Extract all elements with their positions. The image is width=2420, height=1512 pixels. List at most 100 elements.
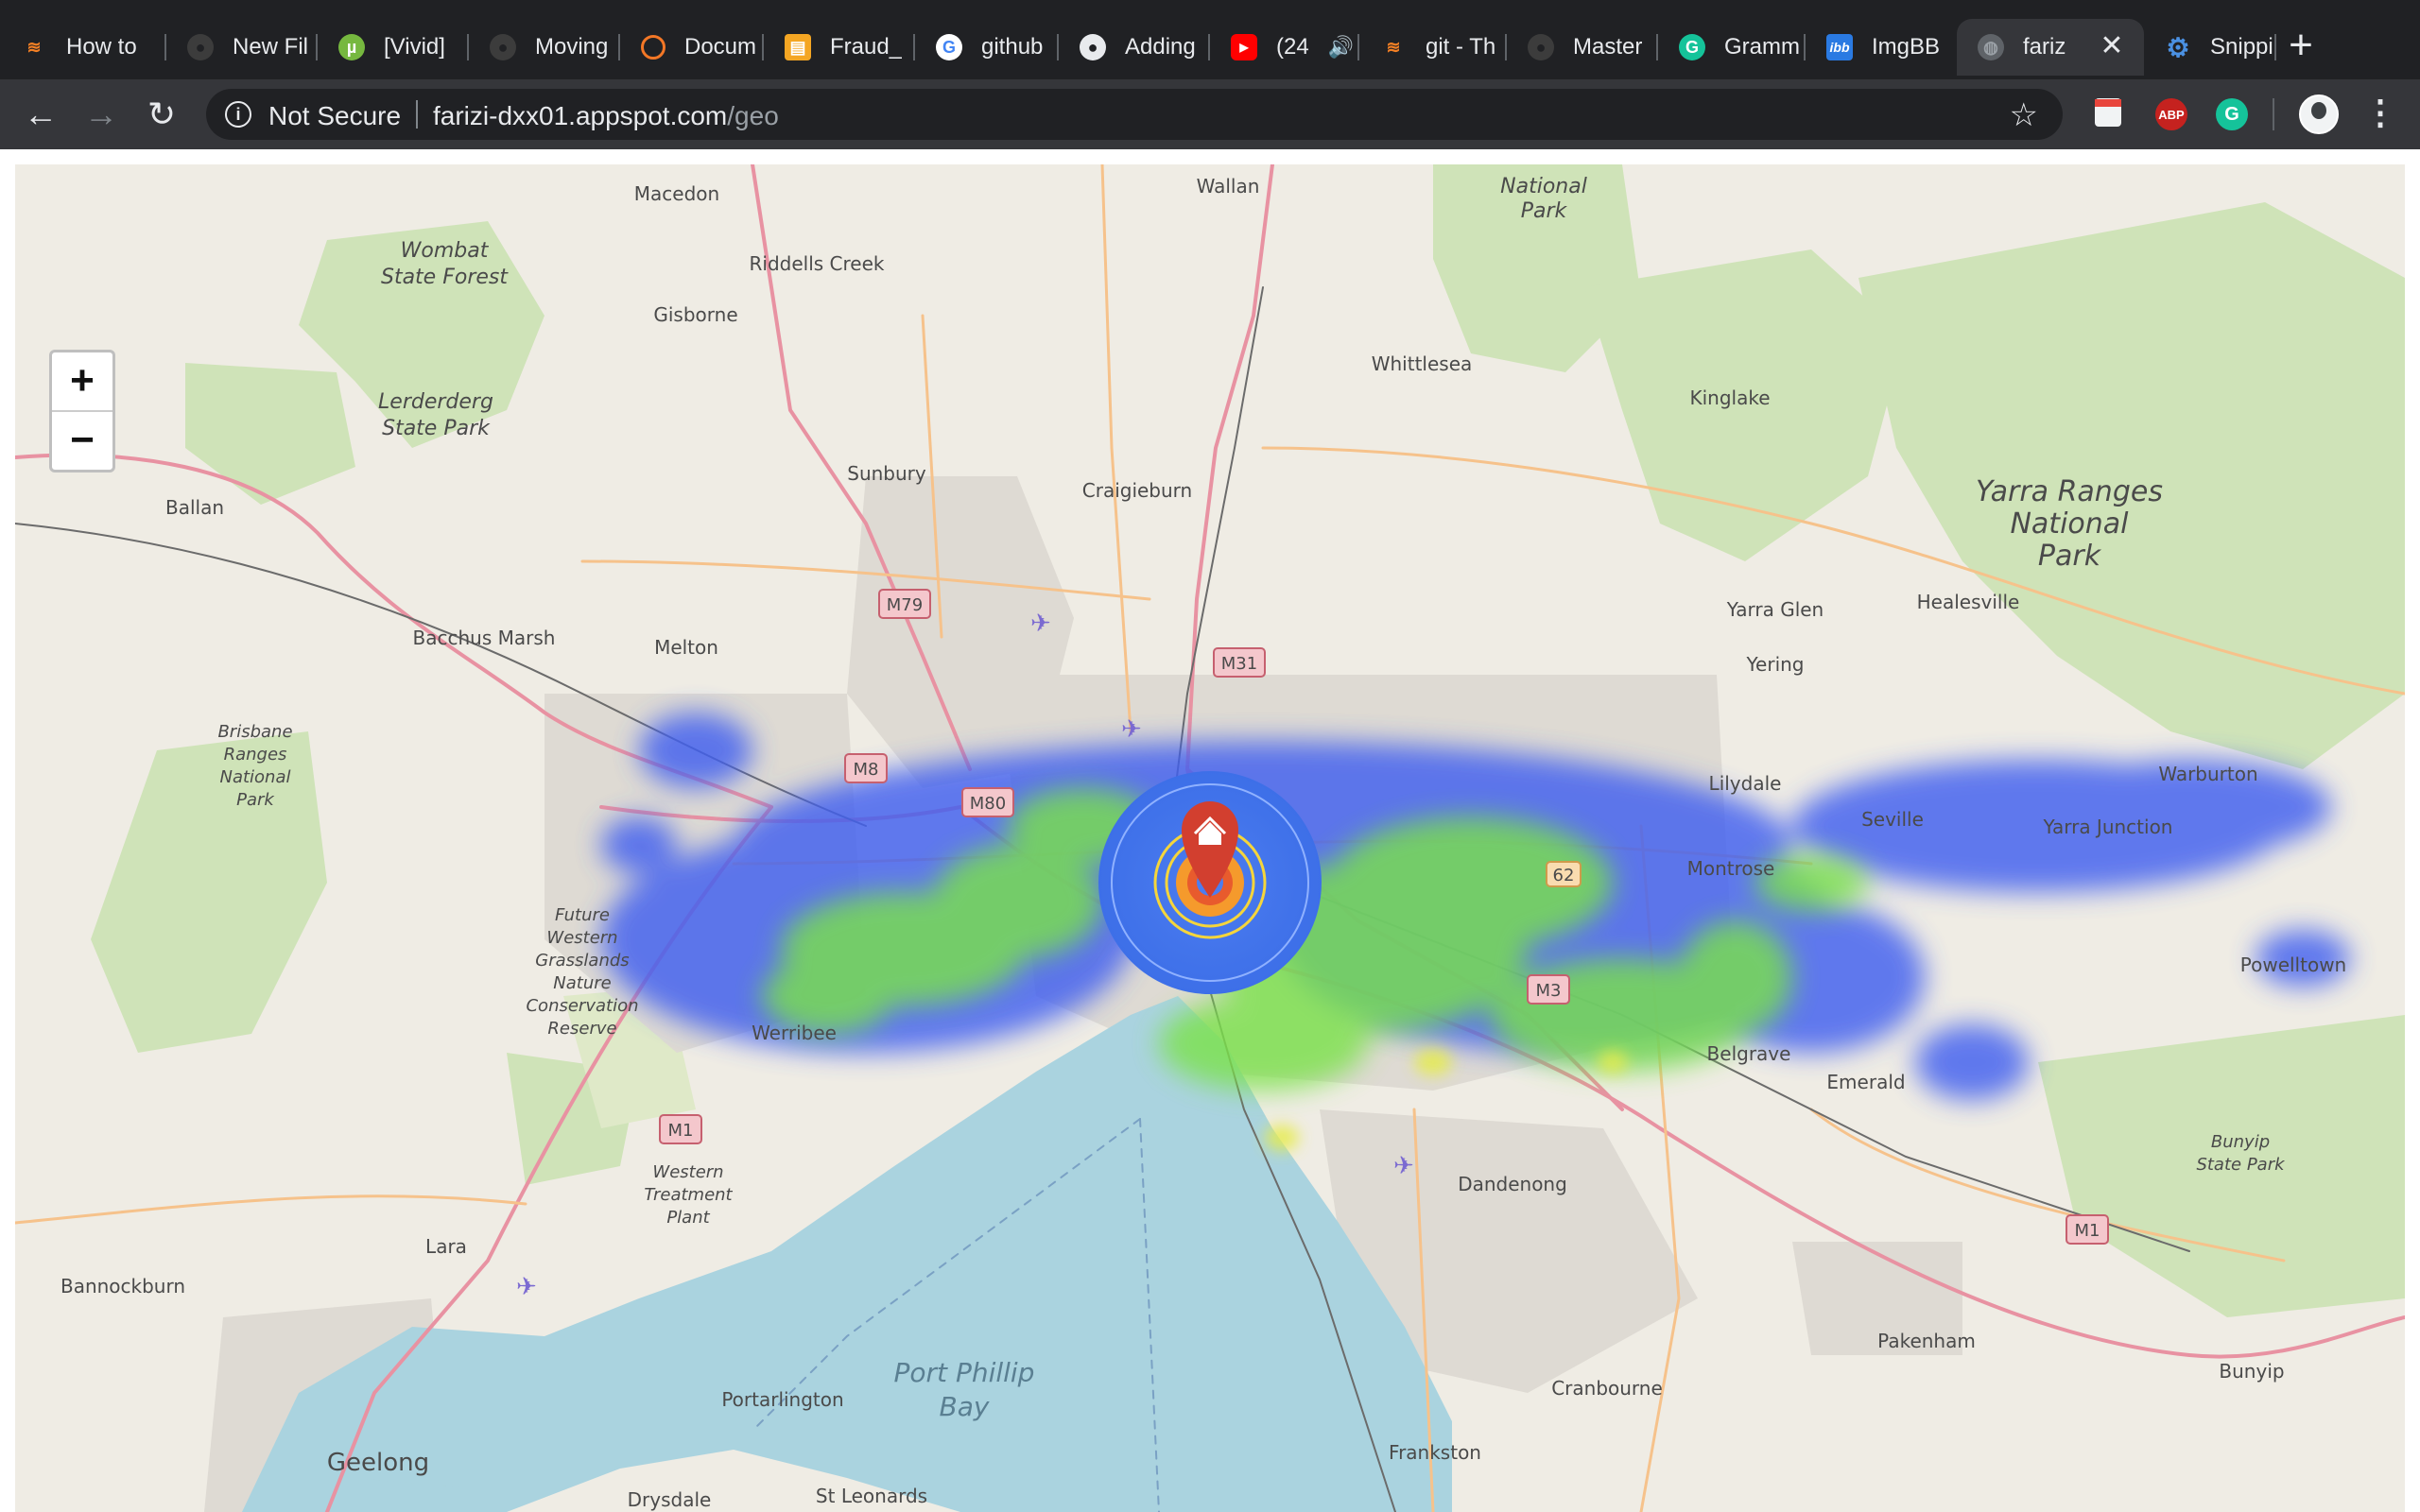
- place-label: Lerderderg: [378, 390, 493, 414]
- place-label: Bay: [940, 1391, 990, 1422]
- place-label: Nature: [553, 973, 611, 993]
- stackoverflow-icon: ≋: [1386, 37, 1401, 57]
- page-content: Macedon Wallan National Park Wombat Stat…: [0, 149, 2420, 1512]
- tab-label: Snippin: [2210, 34, 2276, 60]
- map[interactable]: Macedon Wallan National Park Wombat Stat…: [15, 164, 2405, 1512]
- road-shield-m31: M31: [1221, 654, 1257, 674]
- tab-label: New Fil: [233, 34, 309, 60]
- stackoverflow-icon: ≋: [26, 37, 42, 57]
- browser-toolbar: ← → ↻ i Not Secure farizi-dxx01.appspot.…: [0, 79, 2420, 149]
- place-label: Craigieburn: [1082, 479, 1192, 502]
- close-icon[interactable]: ✕: [2097, 32, 2127, 62]
- url-path: /geo: [727, 101, 779, 130]
- zoom-control: + −: [49, 350, 115, 472]
- menu-icon[interactable]: ⋮: [2363, 93, 2397, 132]
- globe-icon: ◍: [1978, 34, 2004, 60]
- home-location-marker[interactable]: [1098, 771, 1322, 994]
- place-label: State Park: [2196, 1155, 2286, 1175]
- tab-grammarly[interactable]: G Gramm: [1658, 19, 1806, 76]
- place-label: Sunbury: [847, 462, 926, 485]
- grammarly-extension-icon[interactable]: G: [2216, 98, 2248, 130]
- tab-fraud[interactable]: ▤ Fraud_: [764, 19, 915, 76]
- airport-icon: ✈: [1121, 714, 1142, 743]
- tab-label: ImgBB: [1872, 34, 1941, 60]
- place-label: Emerald: [1826, 1071, 1905, 1093]
- place-label: Bannockburn: [60, 1275, 185, 1297]
- tab-label: Gramm: [1724, 34, 1800, 60]
- tab-moving[interactable]: ● Moving: [469, 19, 620, 76]
- road-shield-m1: M1: [2075, 1221, 2100, 1241]
- zoom-in-button[interactable]: +: [52, 352, 112, 412]
- place-label: Powelltown: [2240, 954, 2346, 976]
- place-label: Geelong: [327, 1449, 429, 1477]
- tab-strip: ≋ How to ● New Fil µ [Vivid] ● Moving Do…: [0, 0, 2420, 79]
- place-label: Plant: [666, 1208, 710, 1228]
- road-shield-m8: M8: [854, 760, 879, 780]
- place-label: Treatment: [644, 1185, 733, 1205]
- tab-new-file[interactable]: ● New Fil: [166, 19, 318, 76]
- tab-youtube[interactable]: ▶ (24 🔊: [1210, 19, 1359, 76]
- security-label[interactable]: Not Secure: [268, 101, 401, 131]
- tab-master[interactable]: ● Master: [1507, 19, 1658, 76]
- place-label: Dandenong: [1458, 1173, 1567, 1195]
- adblock-icon[interactable]: ABP: [2155, 98, 2187, 130]
- place-label: Montrose: [1687, 857, 1775, 880]
- place-label: Riddells Creek: [750, 252, 885, 275]
- tab-label: [Vivid]: [384, 34, 445, 60]
- forward-button[interactable]: →: [79, 93, 123, 136]
- url-text[interactable]: farizi-dxx01.appspot.com/geo: [433, 101, 779, 131]
- airport-icon: ✈: [516, 1272, 537, 1300]
- place-label: Park: [2038, 540, 2102, 573]
- tab-label: Adding: [1125, 34, 1196, 60]
- place-label: Healesville: [1917, 591, 2020, 613]
- extension-page-icon[interactable]: [2095, 98, 2121, 127]
- place-label: Frankston: [1389, 1441, 1481, 1464]
- tab-label: fariz: [2023, 34, 2066, 60]
- place-label: Gisborne: [653, 303, 737, 326]
- place-label: Whittlesea: [1372, 352, 1473, 375]
- tab-label: (24: [1276, 34, 1309, 60]
- road-shield-m80: M80: [970, 794, 1006, 814]
- place-label: Belgrave: [1707, 1042, 1791, 1065]
- tab-label: git - Th: [1426, 34, 1496, 60]
- reload-button[interactable]: ↻: [140, 93, 183, 136]
- back-button[interactable]: ←: [19, 93, 62, 136]
- place-label: Lilydale: [1709, 772, 1782, 795]
- place-label: Macedon: [634, 182, 719, 205]
- road-shield-m3: M3: [1536, 981, 1562, 1001]
- tab-label: Fraud_: [830, 34, 903, 60]
- place-label: St Leonards: [816, 1485, 927, 1507]
- github-icon: ●: [490, 34, 516, 60]
- tab-github-search[interactable]: G github: [915, 19, 1059, 76]
- github-icon: ●: [187, 34, 214, 60]
- place-label: Wombat: [401, 239, 490, 263]
- tab-git[interactable]: ≋ git - Th: [1359, 19, 1507, 76]
- tab-how-to[interactable]: ≋ How to: [0, 19, 166, 76]
- place-label: Bunyip: [2219, 1360, 2284, 1383]
- tab-vivid[interactable]: µ [Vivid]: [318, 19, 469, 76]
- place-label: National: [2010, 507, 2129, 541]
- map-canvas[interactable]: Macedon Wallan National Park Wombat Stat…: [15, 164, 2405, 1512]
- airport-icon: ✈: [1030, 609, 1051, 637]
- address-bar[interactable]: i Not Secure farizi-dxx01.appspot.com/ge…: [206, 89, 2063, 140]
- tab-active-farizi[interactable]: ◍ fariz ✕: [1957, 19, 2144, 76]
- place-label: Ballan: [165, 496, 224, 519]
- place-label: Port Phillip: [894, 1357, 1035, 1388]
- speaker-icon[interactable]: 🔊: [1328, 35, 1354, 60]
- new-tab-button[interactable]: +: [2280, 25, 2322, 66]
- place-label: Future: [555, 905, 610, 925]
- info-icon[interactable]: i: [225, 101, 251, 128]
- avatar[interactable]: [2299, 94, 2339, 134]
- tab-snipping[interactable]: ⚙ Snippin: [2144, 19, 2276, 76]
- place-label: Kinglake: [1689, 387, 1770, 409]
- place-label: Wallan: [1197, 175, 1260, 198]
- place-label: Bacchus Marsh: [413, 627, 556, 649]
- tab-label: How to: [66, 34, 137, 60]
- tab-imgbb[interactable]: ibb ImgBB: [1806, 19, 1957, 76]
- grammarly-icon: G: [1679, 34, 1705, 60]
- road-shield-m1: M1: [668, 1121, 694, 1141]
- bookmark-star-icon[interactable]: ☆: [2010, 96, 2038, 134]
- zoom-out-button[interactable]: −: [52, 412, 112, 470]
- tab-adding[interactable]: ● Adding: [1059, 19, 1210, 76]
- tab-docum[interactable]: Docum: [620, 19, 764, 76]
